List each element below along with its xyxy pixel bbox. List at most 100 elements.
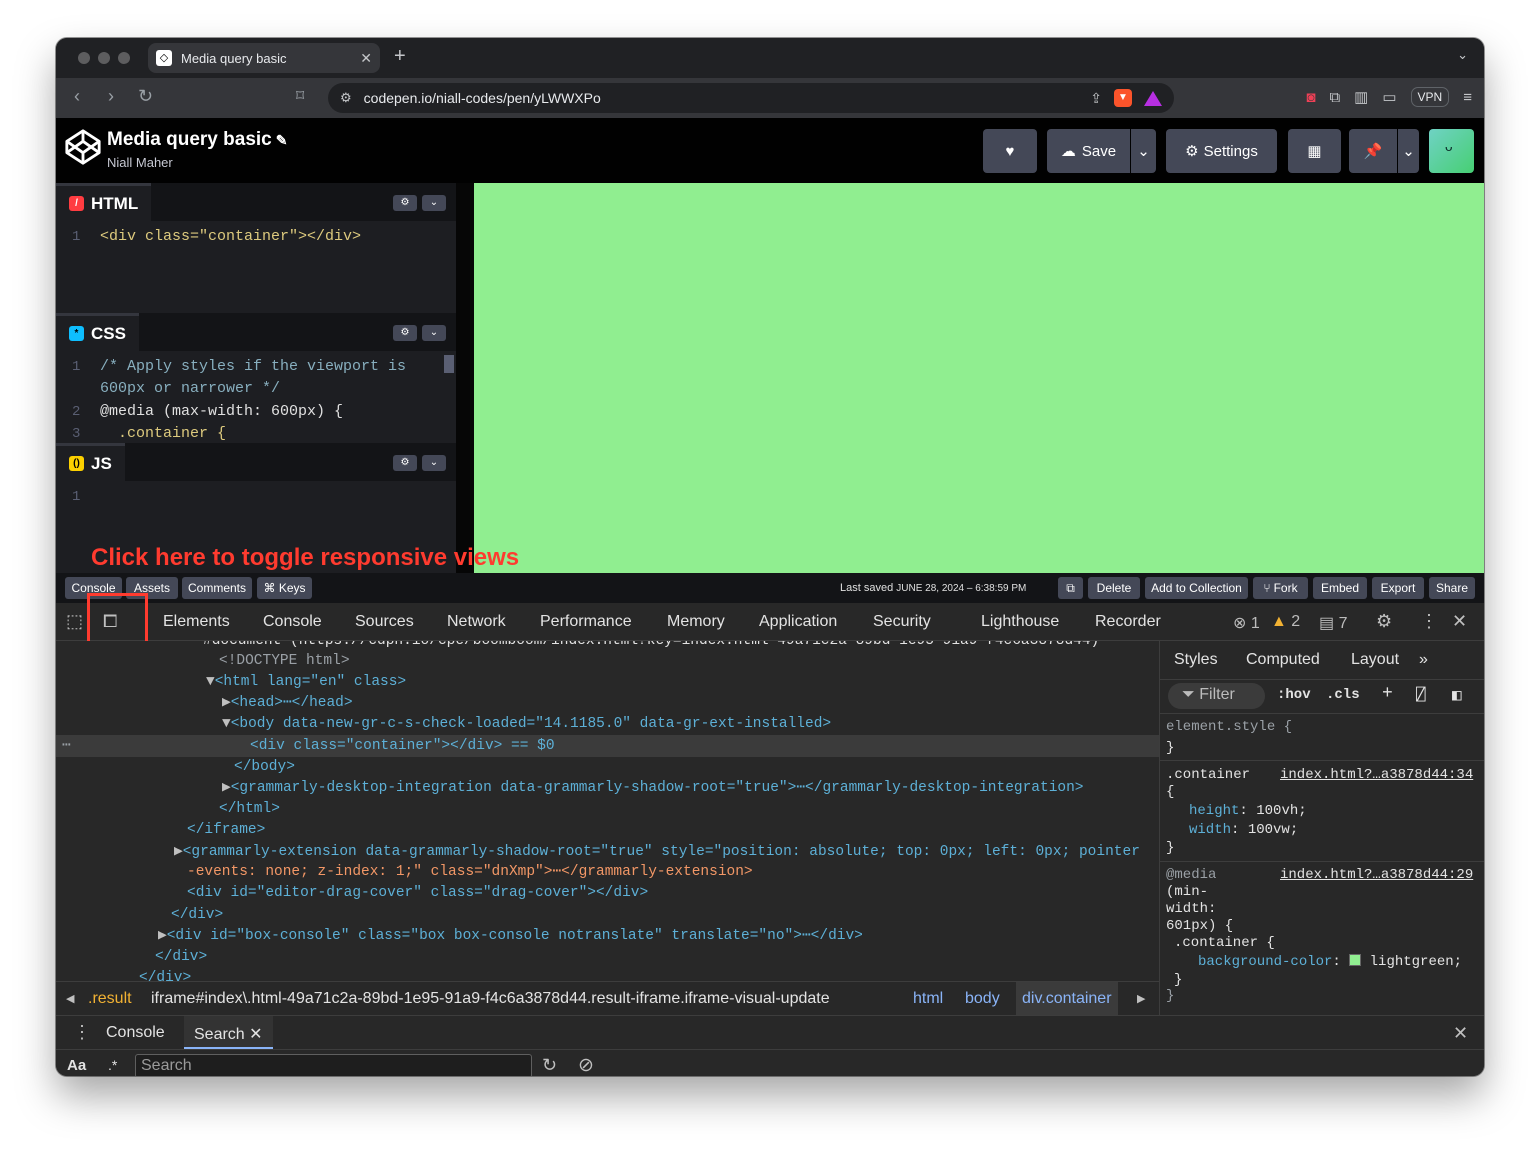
styles-tab[interactable]: Styles [1174, 651, 1218, 669]
keys-button[interactable]: ⌘ Keys [257, 577, 312, 599]
dom-line[interactable]: </html> [219, 799, 280, 820]
tab-security[interactable]: Security [873, 613, 931, 631]
close-tab-icon[interactable]: ✕ [360, 50, 372, 67]
address-bar[interactable]: ⚙ codepen.io/niall-codes/pen/yLWWXPo ⇪ ▼ [328, 83, 1174, 113]
collapse-triangle-icon[interactable]: ▶ [222, 780, 231, 796]
breadcrumb-div-container[interactable]: div.container [1016, 982, 1118, 1016]
comments-button[interactable]: Comments [182, 577, 252, 599]
dom-line[interactable]: ▼<body data-new-gr-c-s-check-loaded="14.… [222, 714, 831, 735]
share-button[interactable]: Share [1429, 577, 1475, 599]
back-icon[interactable]: ‹ [74, 86, 80, 107]
container-selector[interactable]: .container [1166, 767, 1250, 783]
js-pane-tab[interactable]: () JS [56, 443, 125, 481]
close-window-button[interactable] [78, 52, 90, 64]
collapse-triangle-icon[interactable]: ▶ [222, 695, 231, 711]
maximize-window-button[interactable] [118, 52, 130, 64]
pen-title[interactable]: Media query basic ✎ [107, 129, 287, 151]
minimize-window-button[interactable] [98, 52, 110, 64]
dom-line[interactable]: ▶<grammarly-extension data-grammarly-sha… [174, 842, 1140, 863]
vpn-button[interactable]: VPN [1410, 87, 1450, 107]
tab-lighthouse[interactable]: Lighthouse [981, 613, 1059, 631]
breadcrumb-iframe[interactable]: iframe#index\.html-49a71c2a-89bd-1e95-91… [151, 990, 896, 1008]
selected-node-row[interactable] [56, 735, 1159, 757]
row-ellipsis-icon[interactable]: ⋯ [62, 736, 71, 757]
change-view-button[interactable]: ▦ [1288, 129, 1341, 173]
new-style-rule-icon[interactable]: + [1382, 684, 1393, 704]
layout-tab[interactable]: Layout [1351, 651, 1399, 669]
css-collapse-chevron-icon[interactable]: ⌄ [422, 325, 446, 341]
open-external-icon[interactable]: ⧉ [1058, 577, 1083, 599]
dom-line[interactable]: <div id="editor-drag-cover" class="drag-… [187, 883, 648, 904]
more-options-icon[interactable]: ⋮ [1420, 611, 1438, 632]
dom-line[interactable]: </div> [139, 968, 191, 981]
save-options-chevron-icon[interactable]: ⌄ [1131, 129, 1156, 173]
more-tabs-icon[interactable]: » [1419, 651, 1428, 669]
love-button[interactable]: ♥ [983, 129, 1037, 173]
width-declaration[interactable]: width: 100vw; [1189, 822, 1298, 838]
elements-dom-tree[interactable]: #document (https://cdpn.io/cpe/boomboom/… [56, 641, 1159, 981]
devtools-settings-gear-icon[interactable]: ⚙ [1376, 611, 1392, 632]
element-style-rule[interactable]: element.style { [1166, 719, 1292, 735]
add-to-collection-button[interactable]: Add to Collection [1145, 577, 1248, 599]
breadcrumb-scroll-left-icon[interactable]: ◀ [66, 992, 74, 1005]
js-collapse-chevron-icon[interactable]: ⌄ [422, 455, 446, 471]
html-pane-tab[interactable]: / HTML [56, 183, 152, 221]
css-settings-gear-icon[interactable]: ⚙ [393, 325, 417, 341]
dom-line[interactable]: <!DOCTYPE html> [219, 651, 350, 672]
dom-line[interactable]: -events: none; z-index: 1;" class="dnXmp… [187, 862, 753, 883]
css-code[interactable]: 1 /* Apply styles if the viewport is 600p… [56, 356, 456, 446]
share-icon[interactable]: ⇪ [1090, 90, 1102, 107]
export-button[interactable]: Export [1372, 577, 1424, 599]
tab-sources[interactable]: Sources [355, 613, 414, 631]
container-source-link[interactable]: index.html?…a3878d44:34 [1280, 767, 1473, 783]
fork-button[interactable]: ⑂ Fork [1253, 577, 1308, 599]
dom-line[interactable]: ▶<grammarly-desktop-integration data-gra… [222, 778, 1084, 799]
html-settings-gear-icon[interactable]: ⚙ [393, 195, 417, 211]
bookmark-icon[interactable]: ⌑ [296, 86, 304, 106]
sidebar-icon[interactable]: ▥ [1354, 88, 1368, 106]
refresh-search-icon[interactable]: ↻ [542, 1055, 557, 1076]
dom-line[interactable]: </div> [155, 947, 207, 968]
css-scrollbar[interactable] [444, 355, 454, 373]
background-color-declaration[interactable]: background-color: lightgreen; [1198, 954, 1462, 970]
menu-icon[interactable]: ≡ [1463, 89, 1472, 106]
save-button[interactable]: ☁ Save [1047, 129, 1130, 173]
dom-line[interactable]: ▶<head>⋯</head> [222, 693, 353, 714]
codepen-logo-icon[interactable] [64, 128, 102, 166]
search-input[interactable]: Search [135, 1054, 532, 1076]
tab-console[interactable]: Console [263, 613, 322, 631]
tab-application[interactable]: Application [759, 613, 837, 631]
dom-line[interactable]: ▶<div id="box-console" class="box box-co… [158, 926, 863, 947]
match-case-toggle[interactable]: Aa [67, 1057, 86, 1074]
pin-options-chevron-icon[interactable]: ⌄ [1398, 129, 1419, 173]
js-settings-gear-icon[interactable]: ⚙ [393, 455, 417, 471]
message-counter[interactable]: ▤ 7 [1319, 613, 1347, 633]
collapse-triangle-icon[interactable]: ▶ [158, 928, 167, 944]
warning-counter[interactable]: ▲ 2 [1271, 613, 1300, 631]
dom-line[interactable]: </iframe> [187, 820, 265, 841]
drawer-tab-search[interactable]: Search ✕ [184, 1016, 273, 1049]
settings-button[interactable]: ⚙ Settings [1166, 129, 1277, 173]
cls-toggle[interactable]: .cls [1326, 687, 1360, 703]
dom-line[interactable]: </div> [171, 905, 223, 926]
embed-button[interactable]: Embed [1313, 577, 1367, 599]
hov-toggle[interactable]: :hov [1277, 687, 1311, 703]
breadcrumb-scroll-right-icon[interactable]: ▶ [1137, 992, 1145, 1005]
close-search-tab-icon[interactable]: ✕ [249, 1026, 262, 1043]
tab-memory[interactable]: Memory [667, 613, 725, 631]
styles-filter-input[interactable]: ⏷ Filter [1168, 683, 1265, 709]
tab-elements[interactable]: Elements [163, 613, 230, 631]
html-code[interactable]: 1 <div class="container"></div> [56, 226, 456, 248]
reload-icon[interactable]: ↻ [138, 86, 153, 107]
inspect-element-icon[interactable]: ⬚ [66, 611, 83, 632]
tab-recorder[interactable]: Recorder [1095, 613, 1161, 631]
breadcrumb-result[interactable]: .result [88, 990, 132, 1008]
new-tab-icon[interactable]: + [394, 45, 406, 68]
site-info-icon[interactable]: ⚙ [340, 90, 352, 106]
breadcrumb-html[interactable]: html [913, 990, 943, 1008]
result-preview[interactable] [474, 183, 1484, 573]
close-devtools-icon[interactable]: ✕ [1452, 611, 1467, 632]
tab-network[interactable]: Network [447, 613, 506, 631]
toggle-sidebar-icon[interactable]: ◧ [1452, 685, 1462, 705]
height-declaration[interactable]: height: 100vh; [1189, 803, 1307, 819]
